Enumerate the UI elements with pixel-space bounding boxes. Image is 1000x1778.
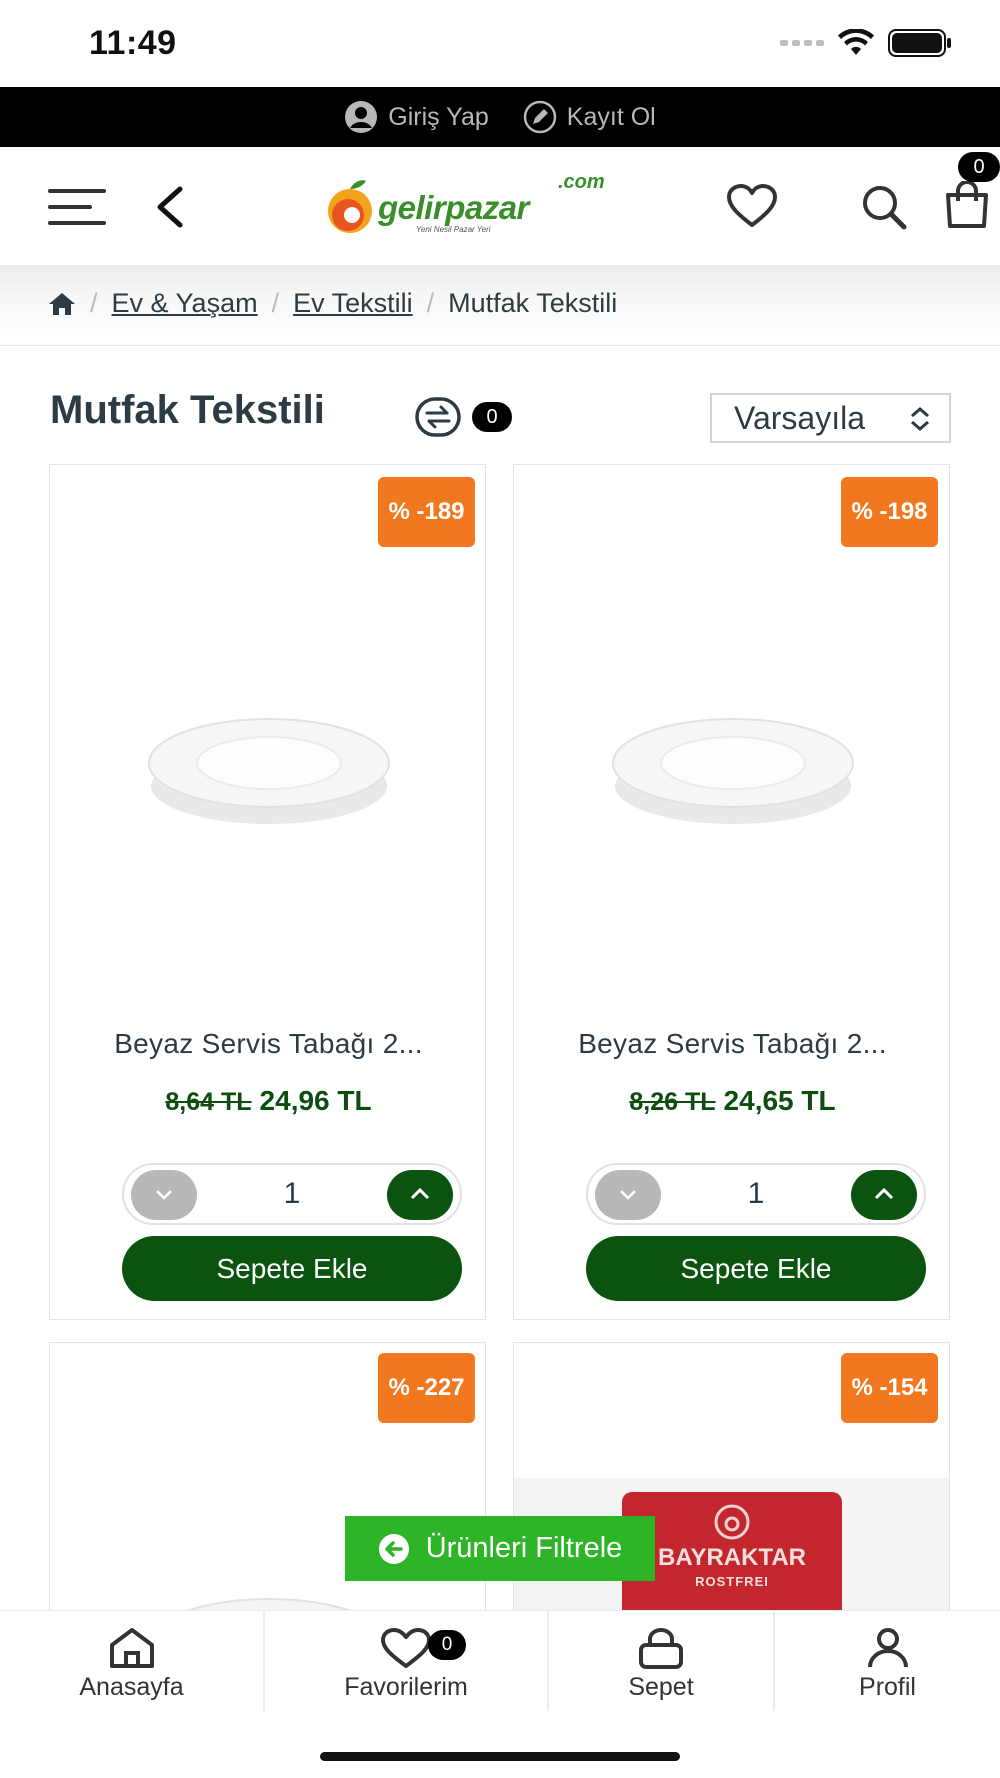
add-to-cart-button[interactable]: Sepete Ekle <box>122 1236 462 1301</box>
breadcrumb-separator: / <box>271 288 280 318</box>
product-image[interactable] <box>608 701 858 831</box>
user-icon <box>867 1628 908 1668</box>
nav-profile-label: Profil <box>859 1673 916 1701</box>
lock-bag-icon <box>639 1628 683 1669</box>
battery-icon <box>888 29 951 57</box>
cart-bag-icon[interactable] <box>944 181 990 229</box>
user-circle-icon <box>345 101 378 133</box>
breadcrumb-ev-yasam[interactable]: Ev & Yaşam <box>112 288 258 319</box>
brand-emblem-icon <box>714 1504 750 1540</box>
status-time: 11:49 <box>89 24 177 62</box>
wifi-icon <box>838 29 874 55</box>
sort-select[interactable]: Varsayıla <box>710 393 951 443</box>
register-link[interactable]: Kayıt Ol <box>523 100 656 134</box>
page-title: Mutfak Tekstili <box>50 388 325 432</box>
filter-products-button[interactable]: Ürünleri Filtrele <box>345 1516 655 1581</box>
product-name[interactable]: Beyaz Servis Tabağı 2... <box>50 1028 485 1060</box>
product-card[interactable]: % -227 <box>49 1342 486 1642</box>
breadcrumb-separator: / <box>426 288 435 318</box>
home-icon[interactable] <box>48 291 76 317</box>
breadcrumb-current: Mutfak Tekstili <box>448 288 618 318</box>
auth-bar: Giriş Yap Kayıt Ol <box>0 87 1000 147</box>
search-icon[interactable] <box>860 183 908 231</box>
increase-quantity-button[interactable] <box>387 1170 453 1220</box>
menu-icon[interactable] <box>48 187 108 227</box>
favorites-count-badge: 0 <box>428 1630 466 1660</box>
breadcrumb-separator: / <box>90 288 98 318</box>
product-card[interactable]: % -154 BAYRAKTAR ROSTFREI <box>513 1342 950 1642</box>
signal-icon <box>780 40 824 46</box>
breadcrumb-ev-tekstili[interactable]: Ev Tekstili <box>293 288 413 319</box>
compare-count-badge: 0 <box>472 402 512 432</box>
nav-cart-label: Sepet <box>628 1673 694 1701</box>
old-price: 8,64 TL <box>165 1088 252 1116</box>
breadcrumb-divider <box>0 345 1000 346</box>
product-card[interactable]: % -189 Beyaz Servis Tabağı 2... 8,64 TL 2… <box>49 464 486 1320</box>
discount-badge: % -154 <box>841 1353 938 1423</box>
discount-badge: % -227 <box>378 1353 475 1423</box>
product-image[interactable] <box>144 701 394 831</box>
nav-favorites-label: Favorilerim <box>344 1673 468 1701</box>
arrow-left-circle-icon <box>378 1533 409 1564</box>
sort-chevrons-icon <box>911 407 929 431</box>
login-link[interactable]: Giriş Yap <box>344 100 489 134</box>
breadcrumb: / Ev & Yaşam / Ev Tekstili / Mutfak Teks… <box>48 288 617 319</box>
product-price: 8,64 TL 24,96 TL <box>50 1085 485 1117</box>
sort-selected-value: Varsayıla <box>734 400 866 436</box>
chevron-up-icon <box>874 1187 894 1200</box>
logo-tagline: Yeni Nesil Pazar Yeri <box>416 225 491 234</box>
nav-home[interactable]: Anasayfa <box>0 1611 263 1711</box>
nav-cart[interactable]: Sepet <box>549 1611 773 1711</box>
site-logo[interactable]: gelirpazar .com Yeni Nesil Pazar Yeri <box>326 171 605 239</box>
edit-icon <box>523 100 557 134</box>
apple-logo-icon <box>328 180 372 233</box>
logo-domain: .com <box>558 171 605 193</box>
increase-quantity-button[interactable] <box>851 1170 917 1220</box>
quantity-stepper: 1 <box>122 1163 462 1225</box>
quantity-stepper: 1 <box>586 1163 926 1225</box>
back-arrow-icon[interactable] <box>150 183 190 231</box>
page: 11:49 Giriş Yap Kayıt Ol gelirpazar .com… <box>0 0 1000 1778</box>
add-to-cart-button[interactable]: Sepete Ekle <box>586 1236 926 1301</box>
product-name[interactable]: Beyaz Servis Tabağı 2... <box>514 1028 949 1060</box>
product-price: 8,26 TL 24,65 TL <box>514 1085 949 1117</box>
nav-profile[interactable]: Profil <box>775 1611 1000 1711</box>
current-price: 24,96 TL <box>259 1085 372 1116</box>
filter-button-label: Ürünleri Filtrele <box>425 1532 623 1564</box>
discount-badge: % -189 <box>378 477 475 547</box>
site-header: gelirpazar .com Yeni Nesil Pazar Yeri <box>0 147 1000 265</box>
chevron-up-icon <box>410 1187 430 1200</box>
discount-badge: % -198 <box>841 477 938 547</box>
product-card[interactable]: % -198 Beyaz Servis Tabağı 2... 8,26 TL 2… <box>513 464 950 1320</box>
cart-count-badge: 0 <box>958 152 1000 182</box>
nav-favorites[interactable]: Favorilerim <box>265 1611 547 1711</box>
product-brand-text: BAYRAKTAR <box>657 1544 806 1571</box>
product-brand-subtext: ROSTFREI <box>695 1574 769 1589</box>
status-bar: 11:49 <box>0 0 1000 87</box>
login-label: Giriş Yap <box>388 102 489 131</box>
heart-icon <box>381 1628 431 1668</box>
home-indicator <box>320 1752 680 1761</box>
register-label: Kayıt Ol <box>566 102 656 131</box>
nav-home-label: Anasayfa <box>79 1673 184 1701</box>
home-icon <box>109 1628 154 1668</box>
compare-icon[interactable] <box>415 397 461 437</box>
favorites-heart-icon[interactable] <box>726 183 778 229</box>
old-price: 8,26 TL <box>629 1088 716 1116</box>
logo-wordmark: gelirpazar <box>378 189 529 226</box>
current-price: 24,65 TL <box>723 1085 836 1116</box>
status-indicators <box>780 28 952 58</box>
